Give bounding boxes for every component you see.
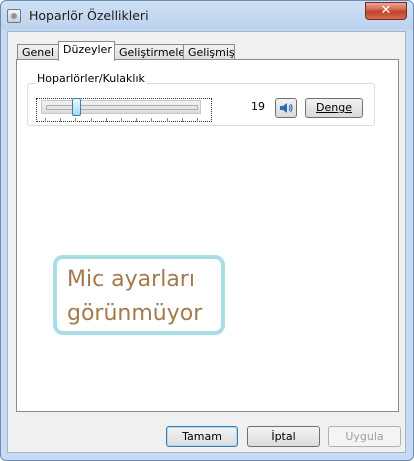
slider-tick [45,118,46,122]
annotation-line-1: Mic ayarları [67,267,195,292]
title-bar[interactable]: Hoparlör Özellikleri ✕ [1,1,413,31]
annotation-callout: Mic ayarları görünmüyor [53,255,225,335]
slider-tick [90,118,92,122]
dialog-window: Hoparlör Özellikleri ✕ Genel Düzeyler Ge… [0,0,414,461]
apply-button[interactable]: Uygula [328,426,401,447]
cancel-button[interactable]: İptal [247,426,320,447]
balance-button[interactable]: Denge [305,98,363,118]
close-button[interactable]: ✕ [365,2,407,20]
slider-tick [166,118,168,122]
slider-tick [136,118,138,122]
slider-tick [197,118,198,122]
volume-value: 19 [251,100,265,113]
group-label: Hoparlörler/Kulaklık [35,72,147,85]
tab-duzeyler[interactable]: Düzeyler [58,41,115,61]
annotation-line-2: görünmüyor [67,301,203,326]
slider-tick [75,118,77,122]
tab-gelismis[interactable]: Gelişmiş [183,44,235,60]
speaker-icon [280,103,293,113]
slider-tick [60,118,62,122]
slider-tick [151,118,153,122]
slider-tick [181,118,183,122]
tab-gelistirmeler[interactable]: Geliştirmeler [114,44,190,60]
volume-slider[interactable] [41,100,201,114]
mute-button[interactable] [275,98,297,118]
tab-genel[interactable]: Genel [17,44,59,60]
speaker-properties-icon [7,9,21,23]
window-title: Hoparlör Özellikleri [29,8,149,23]
slider-tick [105,118,107,122]
levels-panel: Hoparlörler/Kulaklık 19 Denge Mic ayarla… [16,59,399,412]
slider-tick [121,118,122,122]
ok-button[interactable]: Tamam [166,426,238,447]
dialog-client-area: Genel Düzeyler Geliştirmeler Gelişmiş Ho… [7,31,406,453]
volume-slider-thumb[interactable] [72,98,82,116]
